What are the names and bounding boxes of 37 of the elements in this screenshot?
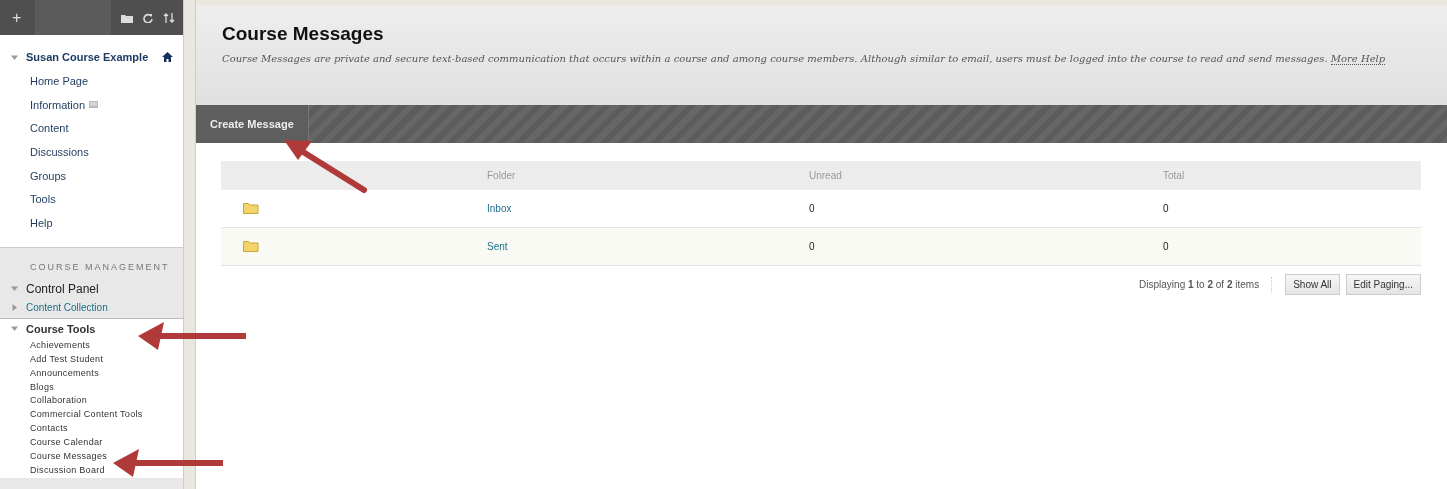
paging-button[interactable]: Show All	[1285, 274, 1340, 295]
tool-link[interactable]: Content Collection	[26, 301, 108, 313]
course-title[interactable]: Susan Course Example	[26, 51, 156, 63]
create-message-button[interactable]: Create Message	[196, 105, 309, 143]
paging-summary: Displaying 1 to 2 of 2 items	[1139, 279, 1260, 290]
folder-icon[interactable]	[121, 12, 133, 23]
sort-icon[interactable]	[163, 12, 175, 23]
course-menu-item[interactable]: Tools	[30, 193, 56, 206]
home-icon[interactable]	[162, 52, 173, 62]
add-button[interactable]: +	[8, 8, 26, 27]
course-menu-item[interactable]: Home Page	[30, 74, 89, 87]
folder-link[interactable]: Inbox	[487, 203, 512, 214]
tool-link[interactable]: Collaboration	[0, 394, 183, 409]
table-cell-text: 0	[1163, 241, 1170, 252]
table-cell-text: 0	[809, 241, 816, 252]
tool-link[interactable]: Course Calendar	[0, 436, 183, 451]
page-description: Course Messages are private and secure text-based communication that occurs within a course and among course members. Although similar to email, users must be logged into the course to read and send messages. More Help	[222, 52, 1387, 67]
course-menu-item[interactable]: Information	[30, 98, 86, 111]
collapse-icon[interactable]	[11, 325, 18, 333]
section-heading: COURSE MANAGEMENT	[29, 260, 171, 274]
refresh-icon[interactable]	[143, 12, 153, 23]
section-title[interactable]: Control Panel	[26, 281, 99, 296]
course-menu-item[interactable]: Groups	[30, 169, 67, 182]
folder-icon	[243, 201, 259, 214]
table-cell-text: 0	[1163, 203, 1170, 214]
paging-button[interactable]: Edit Paging...	[1345, 274, 1421, 295]
table-cell-text: 0	[809, 203, 816, 214]
tool-link[interactable]: Commercial Content Tools	[0, 408, 183, 423]
course-menu-item[interactable]: Content	[30, 122, 69, 135]
folder-link[interactable]: Sent	[487, 241, 508, 252]
page-title: Course Messages	[222, 23, 385, 45]
more-help-link[interactable]: More Help	[1330, 53, 1386, 65]
collapse-icon[interactable]	[11, 53, 18, 61]
course-menu-item[interactable]: Discussions	[30, 145, 89, 158]
folder-icon	[243, 239, 259, 252]
course-menu-item[interactable]: Help	[30, 216, 53, 229]
tool-link[interactable]: Contacts	[0, 422, 183, 437]
